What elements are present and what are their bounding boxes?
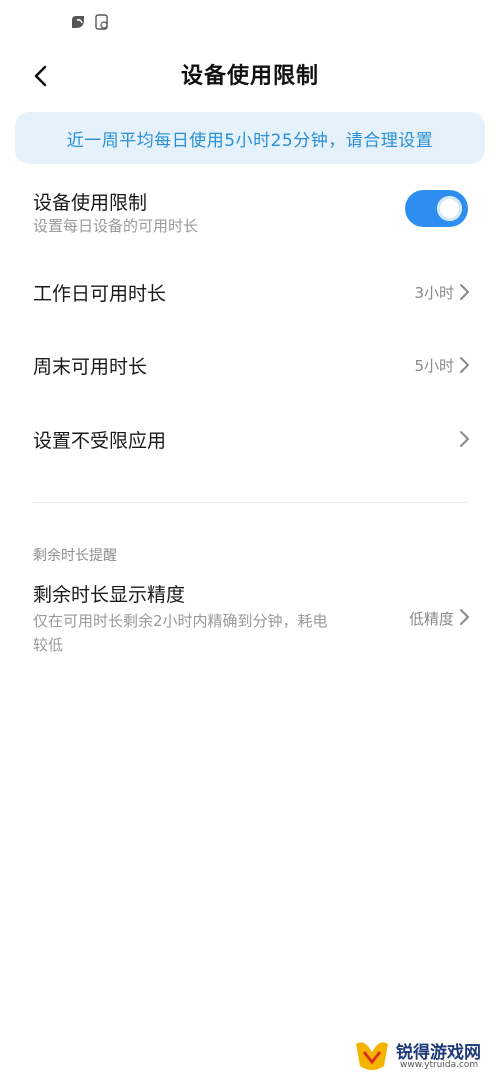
device-limit-toggle[interactable] — [405, 190, 468, 227]
chevron-right-icon — [460, 431, 469, 447]
usage-summary-banner: 近一周平均每日使用5小时25分钟，请合理设置 — [15, 112, 485, 164]
weekday-duration-title: 工作日可用时长 — [33, 283, 167, 305]
chevron-right-icon — [460, 609, 469, 625]
section-header-remaining-reminder: 剩余时长提醒 — [33, 548, 117, 564]
remaining-precision-subtitle-line1: 仅在可用时长剩余2小时内精确到分钟，耗电 — [33, 612, 328, 630]
weekend-duration-value: 5小时 — [414, 357, 454, 375]
watermark-url: www.ytruida.com — [400, 1060, 479, 1070]
watermark-logo-icon — [356, 1042, 388, 1070]
section-divider — [33, 502, 468, 503]
weekday-duration-row[interactable]: 工作日可用时长 3小时 — [0, 262, 500, 322]
unrestricted-apps-row[interactable]: 设置不受限应用 — [0, 409, 500, 469]
unrestricted-apps-title: 设置不受限应用 — [33, 430, 167, 452]
chevron-right-icon — [460, 284, 469, 300]
usage-summary-text: 近一周平均每日使用5小时25分钟，请合理设置 — [66, 130, 434, 151]
notification-icon — [72, 16, 84, 28]
device-limit-subtitle: 设置每日设备的可用时长 — [33, 217, 199, 235]
weekday-duration-value: 3小时 — [414, 284, 454, 302]
remaining-precision-subtitle-line2: 较低 — [33, 636, 64, 654]
remaining-precision-title: 剩余时长显示精度 — [33, 584, 186, 606]
remaining-precision-row[interactable]: 剩余时长显示精度 仅在可用时长剩余2小时内精确到分钟，耗电 较低 低精度 — [0, 575, 500, 665]
watermark: 锐得游戏网 www.ytruida.com — [352, 1034, 492, 1078]
file-icon — [95, 14, 108, 30]
remaining-precision-value: 低精度 — [408, 610, 454, 628]
device-limit-title: 设备使用限制 — [33, 192, 148, 214]
weekend-duration-title: 周末可用时长 — [33, 356, 148, 378]
toggle-knob — [437, 196, 462, 221]
app-header: 设备使用限制 — [0, 46, 500, 104]
status-bar — [0, 0, 500, 46]
weekend-duration-row[interactable]: 周末可用时长 5小时 — [0, 335, 500, 395]
chevron-right-icon — [460, 357, 469, 373]
page-title: 设备使用限制 — [180, 64, 319, 89]
